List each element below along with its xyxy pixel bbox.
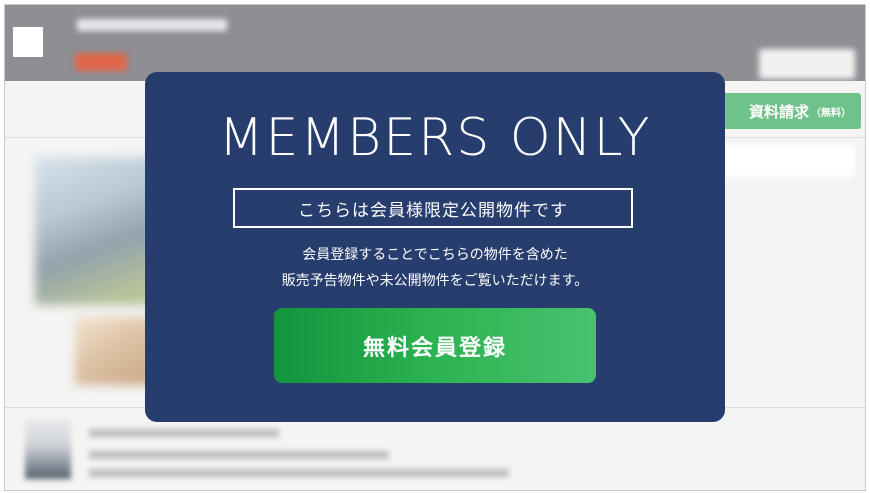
blurred-agent-text [89, 469, 509, 477]
modal-description-line-1: 会員登録することでこちらの物件を含めた [302, 247, 568, 263]
members-only-modal: MEMBERS ONLY こちらは会員様限定公開物件です 会員登録することでこち… [145, 72, 725, 422]
modal-title: MEMBERS ONLY [218, 108, 652, 168]
blurred-agent-text [89, 429, 279, 437]
modal-description-line-2: 販売予告物件や未公開物件をご覧いただけます。 [281, 273, 589, 289]
blurred-listing-title [77, 19, 227, 31]
modal-subtitle-text: こちらは会員様限定公開物件です [298, 200, 568, 221]
agent-avatar [25, 419, 71, 479]
property-interior-photo [75, 317, 151, 385]
request-brochure-free-label: （無料） [811, 107, 851, 119]
blurred-status-badge [75, 53, 127, 71]
request-brochure-label: 資料請求 [748, 102, 809, 121]
modal-description: 会員登録することでこちらの物件を含めた 販売予告物件や未公開物件をご覧いただけま… [145, 242, 725, 294]
modal-subtitle: こちらは会員様限定公開物件です [233, 188, 633, 228]
free-registration-button[interactable]: 無料会員登録 [274, 308, 596, 383]
blurred-agent-text [89, 451, 389, 459]
request-brochure-button[interactable]: 資料請求 （無料） [711, 93, 861, 129]
property-main-photo [35, 157, 153, 305]
listing-header-bar [5, 5, 865, 81]
blurred-info-field [705, 143, 857, 179]
blurred-header-button [759, 49, 855, 79]
select-checkbox[interactable] [13, 27, 43, 57]
